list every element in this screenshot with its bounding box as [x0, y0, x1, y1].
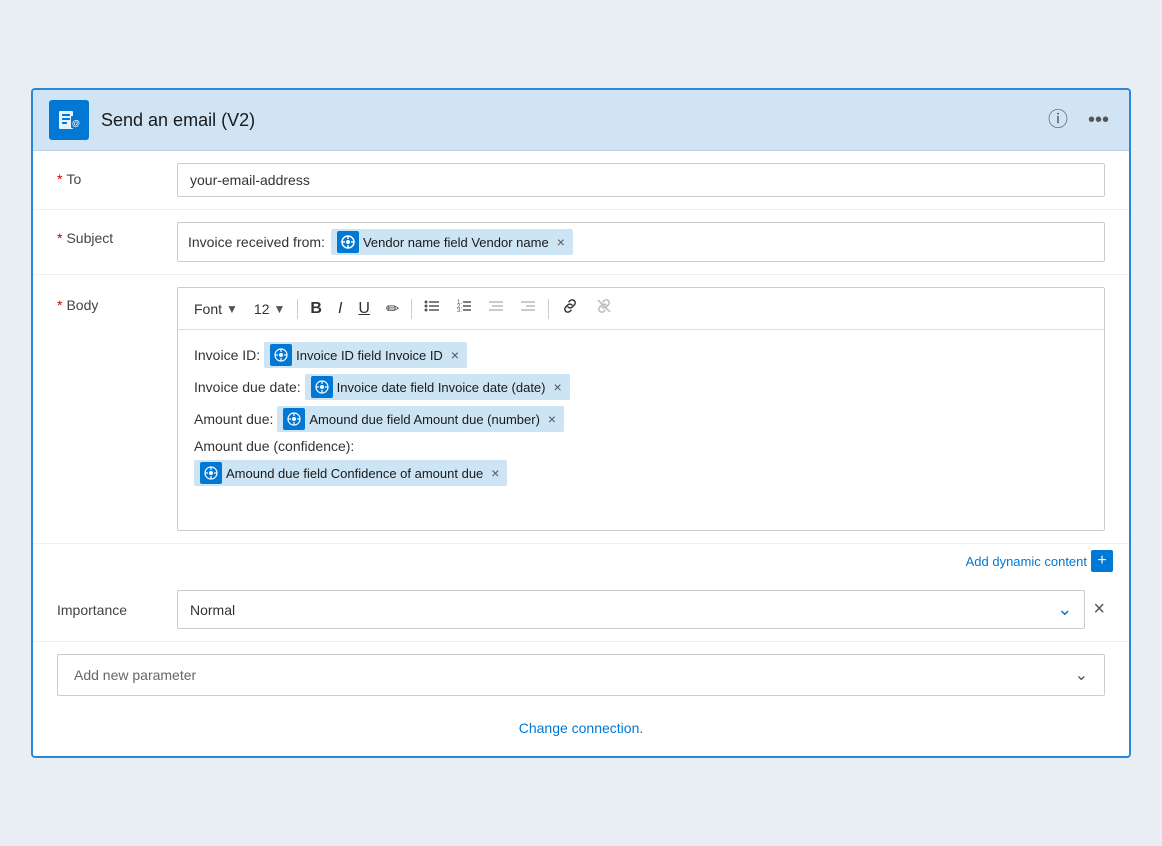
unlink-icon: [595, 302, 613, 319]
add-parameter-row[interactable]: Add new parameter ⌄: [57, 654, 1105, 696]
bottom-section: Change connection.: [33, 708, 1129, 756]
body-line-invoice-date: Invoice due date:: [194, 374, 1088, 400]
remove-link-button[interactable]: [589, 294, 619, 323]
to-input[interactable]: [177, 163, 1105, 197]
body-editor: Font ▼ 12 ▼ B I U: [177, 287, 1105, 531]
header-actions: ⓘ •••: [1044, 106, 1113, 134]
body-line-confidence-tag: Amound due field Confidence of amount du…: [194, 460, 1088, 486]
outlook-icon: @: [49, 100, 89, 140]
italic-icon: I: [338, 300, 342, 317]
invoice-id-tag-close[interactable]: ×: [449, 348, 461, 362]
amount-due-tag: Amound due field Amount due (number) ×: [277, 406, 564, 432]
bold-icon: B: [310, 300, 322, 317]
to-row: *To: [33, 151, 1129, 210]
subject-input-container[interactable]: Invoice received from: Vendor name field…: [177, 222, 1105, 262]
font-size-label: 12: [254, 301, 270, 317]
importance-label: Importance: [57, 602, 177, 618]
unordered-list-button[interactable]: [418, 295, 446, 322]
add-dynamic-plus-button[interactable]: +: [1091, 550, 1113, 572]
invoice-id-tag: Invoice ID field Invoice ID ×: [264, 342, 467, 368]
add-param-chevron-icon: ⌄: [1075, 665, 1088, 685]
font-select-button[interactable]: Font ▼: [188, 299, 244, 319]
importance-select[interactable]: Normal ⌄: [177, 590, 1085, 629]
size-dropdown-arrow: ▼: [273, 302, 285, 316]
increase-indent-icon: [520, 301, 536, 318]
invoice-id-tag-text: Invoice ID field Invoice ID: [296, 348, 443, 363]
body-line-amount-due: Amount due:: [194, 406, 1088, 432]
subject-static-text: Invoice received from:: [188, 234, 325, 250]
more-button[interactable]: •••: [1084, 106, 1113, 134]
body-line-invoice-id: Invoice ID:: [194, 342, 1088, 368]
bold-button[interactable]: B: [304, 297, 328, 321]
decrease-indent-button[interactable]: [482, 295, 510, 322]
body-content-area[interactable]: Invoice ID:: [178, 330, 1104, 530]
amount-due-label: Amount due:: [194, 411, 273, 427]
subject-tag-icon: [337, 231, 359, 253]
card-header: @ Send an email (V2) ⓘ •••: [33, 90, 1129, 151]
toolbar-separator-3: [548, 299, 549, 319]
amount-due-tag-text: Amound due field Amount due (number): [309, 412, 540, 427]
italic-button[interactable]: I: [332, 297, 348, 321]
body-line-confidence: Amount due (confidence):: [194, 438, 1088, 454]
invoice-date-tag-icon: [311, 376, 333, 398]
pencil-button[interactable]: ✏: [380, 296, 405, 322]
underline-button[interactable]: U: [352, 297, 376, 321]
importance-row: Importance Normal ⌄ ×: [33, 578, 1129, 642]
confidence-tag-text: Amound due field Confidence of amount du…: [226, 466, 483, 481]
subject-dynamic-tag: Vendor name field Vendor name ×: [331, 229, 573, 255]
invoice-date-tag: Invoice date field Invoice date (date) ×: [305, 374, 570, 400]
card-title: Send an email (V2): [101, 110, 255, 131]
importance-close-button[interactable]: ×: [1093, 598, 1105, 621]
unordered-list-icon: [424, 301, 440, 318]
chevron-down-icon: ⌄: [1057, 599, 1072, 620]
confidence-tag-close[interactable]: ×: [489, 466, 501, 480]
form-body: *To *Subject Invoice received from:: [33, 151, 1129, 756]
dynamic-content-bar: Add dynamic content +: [33, 544, 1129, 578]
svg-text:3.: 3.: [457, 308, 462, 314]
increase-indent-button[interactable]: [514, 295, 542, 322]
amount-due-tag-icon: [283, 408, 305, 430]
to-label: *To: [57, 163, 177, 187]
change-connection-button[interactable]: Change connection.: [33, 708, 1129, 748]
font-dropdown-arrow: ▼: [226, 302, 238, 316]
confidence-tag: Amound due field Confidence of amount du…: [194, 460, 507, 486]
ordered-list-button[interactable]: 1.2.3.: [450, 295, 478, 322]
ordered-list-icon: 1.2.3.: [456, 301, 472, 318]
confidence-label: Amount due (confidence):: [194, 438, 354, 454]
pencil-icon: ✏: [386, 301, 399, 318]
insert-link-button[interactable]: [555, 294, 585, 323]
invoice-id-label: Invoice ID:: [194, 347, 260, 363]
amount-due-tag-close[interactable]: ×: [546, 412, 558, 426]
send-email-card: @ Send an email (V2) ⓘ ••• *To *Subjec: [31, 88, 1131, 758]
svg-text:@: @: [72, 119, 80, 128]
font-label: Font: [194, 301, 222, 317]
invoice-id-tag-icon: [270, 344, 292, 366]
link-icon: [561, 302, 579, 319]
font-size-button[interactable]: 12 ▼: [248, 299, 291, 319]
body-toolbar: Font ▼ 12 ▼ B I U: [178, 288, 1104, 330]
invoice-date-tag-close[interactable]: ×: [552, 380, 564, 394]
toolbar-separator-2: [411, 299, 412, 319]
toolbar-separator-1: [297, 299, 298, 319]
importance-actions: ×: [1093, 598, 1105, 621]
importance-value: Normal: [190, 602, 235, 618]
ellipsis-icon: •••: [1088, 109, 1109, 131]
subject-tag-close-button[interactable]: ×: [555, 235, 567, 249]
subject-row: *Subject Invoice received from:: [33, 210, 1129, 275]
subject-tag-text: Vendor name field Vendor name: [363, 235, 549, 250]
underline-icon: U: [358, 300, 370, 317]
add-parameter-label: Add new parameter: [74, 667, 196, 683]
confidence-tag-icon: [200, 462, 222, 484]
invoice-date-tag-text: Invoice date field Invoice date (date): [337, 380, 546, 395]
decrease-indent-icon: [488, 301, 504, 318]
add-dynamic-content-button[interactable]: Add dynamic content: [966, 554, 1087, 569]
body-row: *Body Font ▼ 12 ▼ B: [33, 275, 1129, 544]
subject-label: *Subject: [57, 222, 177, 246]
info-button[interactable]: ⓘ: [1044, 106, 1072, 134]
body-label: *Body: [57, 287, 177, 313]
invoice-date-label: Invoice due date:: [194, 379, 301, 395]
header-left: @ Send an email (V2): [49, 100, 255, 140]
